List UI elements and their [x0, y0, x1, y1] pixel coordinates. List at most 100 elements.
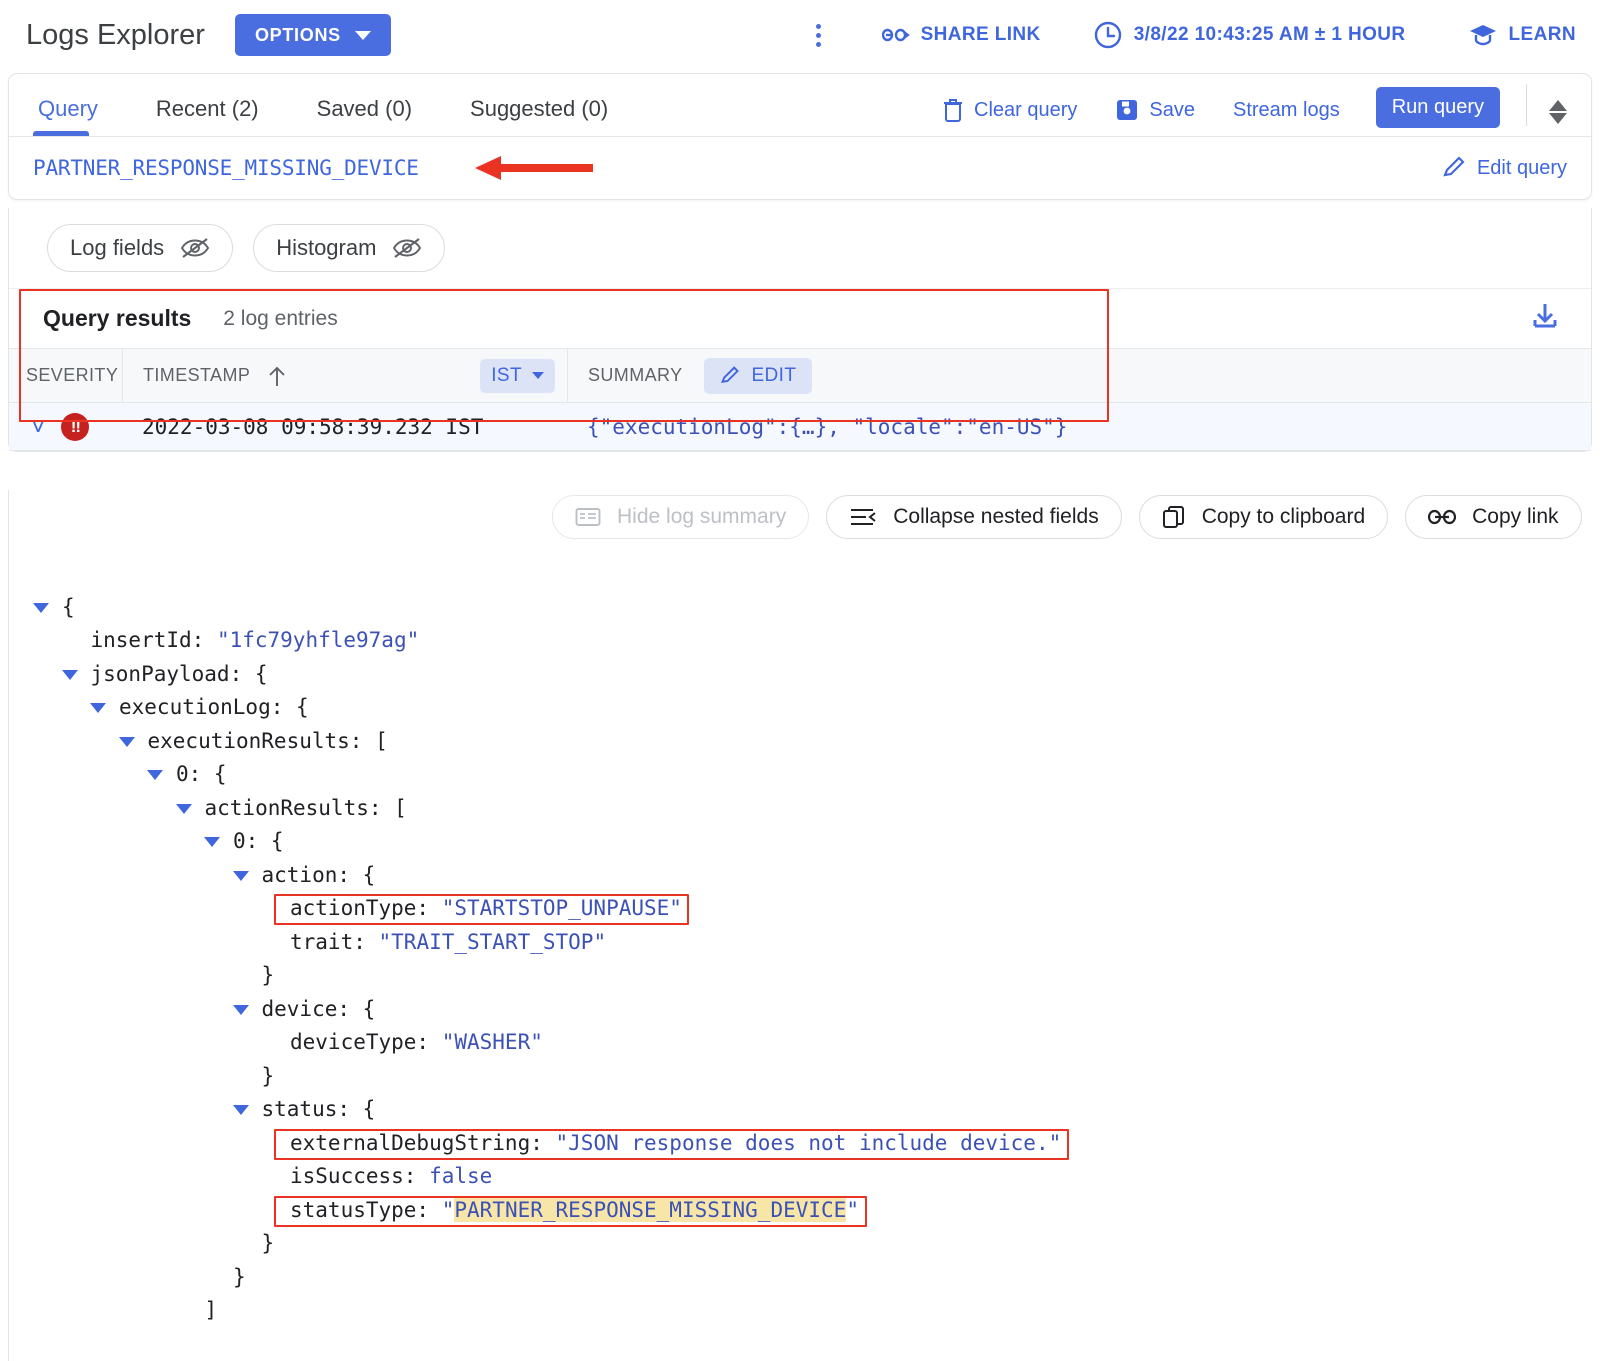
- histogram-label: Histogram: [276, 235, 377, 260]
- time-range-label: 3/8/22 10:43:25 AM ± 1 HOUR: [1133, 24, 1406, 45]
- caret-down-icon[interactable]: [204, 837, 220, 847]
- json-tree-line: executionLog: {: [0, 691, 1600, 725]
- json-tree-line: actionResults: [: [0, 792, 1600, 826]
- tab-suggested[interactable]: Suggested (0): [465, 96, 613, 136]
- json-key: statusType:: [290, 1197, 442, 1222]
- download-button[interactable]: [1529, 300, 1561, 337]
- json-value: "JSON response does not include device.": [555, 1130, 1062, 1155]
- stream-logs-button[interactable]: Stream logs: [1233, 99, 1340, 122]
- json-node: device: {: [261, 996, 376, 1021]
- learn-button[interactable]: LEARN: [1468, 22, 1576, 48]
- view-toggle-chips: Log fields Histogram: [9, 208, 1591, 289]
- annotation-arrow-left: [475, 156, 593, 180]
- caret-down-icon[interactable]: [147, 770, 163, 780]
- json-node: ]: [204, 1298, 218, 1322]
- expand-collapse-button[interactable]: [1549, 100, 1567, 124]
- results-panel: Log fields Histogram Query results 2 log…: [8, 208, 1592, 452]
- json-node: 0: {: [176, 762, 227, 786]
- json-tree-line: {: [0, 591, 1600, 625]
- histogram-chip[interactable]: Histogram: [253, 224, 446, 272]
- kebab-dot-icon: [816, 41, 822, 47]
- json-key: trait:: [290, 929, 379, 954]
- json-tree-line: }: [0, 959, 1600, 993]
- run-query-button[interactable]: Run query: [1375, 87, 1500, 128]
- chevron-up-icon: [1549, 100, 1567, 111]
- json-node: }: [261, 963, 275, 987]
- kebab-dot-icon: [816, 23, 822, 29]
- query-results-section: Query results 2 log entries SEVERITY TIM…: [9, 289, 1591, 451]
- more-options-button[interactable]: [802, 15, 836, 55]
- kebab-dot-icon: [816, 32, 822, 38]
- sort-asc-icon: [269, 366, 285, 386]
- caret-down-icon[interactable]: [175, 803, 192, 814]
- column-header-summary[interactable]: SUMMARY EDIT: [567, 349, 1591, 402]
- edit-query-button[interactable]: Edit query: [1442, 156, 1567, 180]
- share-link-button[interactable]: SHARE LINK: [881, 24, 1041, 46]
- column-header-timestamp[interactable]: TIMESTAMP IST: [122, 349, 567, 402]
- results-count: 2 log entries: [223, 306, 338, 330]
- caret-down-icon[interactable]: [90, 703, 106, 713]
- edit-summary-label: EDIT: [751, 364, 797, 386]
- options-button[interactable]: OPTIONS: [234, 14, 391, 56]
- school-icon: [1469, 25, 1496, 46]
- stream-logs-label: Stream logs: [1233, 99, 1340, 121]
- caret-down-icon[interactable]: [232, 1105, 249, 1115]
- json-tree-line: insertId: "1fc79yhfle97ag": [0, 624, 1600, 658]
- json-node: }: [233, 1264, 246, 1289]
- json-tree-line: status: {: [0, 1093, 1600, 1127]
- json-tree-line: ]: [0, 1294, 1600, 1328]
- json-key: isSuccess:: [290, 1164, 430, 1188]
- log-fields-chip[interactable]: Log fields: [47, 224, 234, 272]
- json-key: externalDebugString:: [290, 1130, 556, 1155]
- json-tree-line: trait: "TRAIT_START_STOP": [0, 926, 1600, 960]
- tab-recent[interactable]: Recent (2): [151, 96, 264, 136]
- json-tree-line: isSuccess: false: [0, 1160, 1600, 1194]
- clear-query-button[interactable]: Clear query: [942, 98, 1077, 122]
- table-row[interactable]: ˅ !! 2022-03-08 09:58:39.232 IST {"execu…: [9, 403, 1591, 451]
- json-tree-line: }: [0, 1261, 1600, 1295]
- query-text[interactable]: PARTNER_RESPONSE_MISSING_DEVICE: [33, 156, 419, 180]
- caret-down-icon[interactable]: [118, 736, 135, 747]
- results-table-header: SEVERITY TIMESTAMP IST SUMMARY EDIT: [9, 348, 1591, 403]
- row-expand-chevron-icon[interactable]: ˅: [31, 415, 45, 439]
- pencil-icon: [1443, 156, 1465, 177]
- tab-query[interactable]: Query: [33, 96, 103, 136]
- caret-down-icon[interactable]: [232, 1004, 249, 1015]
- save-button[interactable]: Save: [1115, 98, 1195, 122]
- tab-saved[interactable]: Saved (0): [312, 96, 417, 136]
- edit-summary-fields-button[interactable]: EDIT: [704, 357, 813, 394]
- json-node: actionResults: [: [204, 795, 407, 820]
- trash-icon: [944, 99, 963, 122]
- learn-label: LEARN: [1508, 24, 1576, 45]
- json-tree-line: deviceType: "WASHER": [0, 1026, 1600, 1060]
- eye-off-icon: [181, 238, 210, 258]
- pencil-icon: [721, 365, 740, 383]
- row-severity-cell: ˅ !!: [9, 412, 122, 441]
- caret-down-icon[interactable]: [33, 602, 49, 613]
- json-value: false: [429, 1164, 493, 1188]
- download-icon: [1533, 304, 1557, 328]
- timezone-selector[interactable]: IST: [480, 358, 555, 393]
- row-timestamp: 2022-03-08 09:58:39.232 IST: [142, 414, 484, 439]
- app-header: Logs Explorer OPTIONS SHARE LINK 3/8/22 …: [0, 0, 1600, 70]
- json-node: {: [62, 594, 75, 619]
- json-tree-line: executionResults: [: [0, 725, 1600, 759]
- row-summary: {"executionLog":{…}, "locale":"en-US"}: [587, 414, 1068, 439]
- clear-query-label: Clear query: [974, 98, 1078, 121]
- json-tree-line: device: {: [0, 993, 1600, 1027]
- save-label: Save: [1149, 98, 1195, 121]
- query-results-header: Query results 2 log entries: [9, 289, 1591, 348]
- link-icon: [881, 28, 910, 42]
- time-range-button[interactable]: 3/8/22 10:43:25 AM ± 1 HOUR: [1093, 20, 1406, 50]
- log-fields-label: Log fields: [70, 235, 165, 260]
- share-link-label: SHARE LINK: [920, 24, 1041, 45]
- json-key: actionType:: [290, 896, 442, 920]
- json-node: executionLog: {: [119, 695, 309, 719]
- caret-down-icon[interactable]: [232, 870, 249, 881]
- timezone-label: IST: [491, 364, 522, 386]
- caret-down-icon[interactable]: [61, 669, 78, 680]
- json-tree-line: 0: {: [0, 758, 1600, 792]
- query-panel: Query Recent (2) Saved (0) Suggested (0)…: [8, 73, 1592, 200]
- column-header-severity[interactable]: SEVERITY: [9, 365, 122, 386]
- json-tree-line: }: [0, 1227, 1600, 1261]
